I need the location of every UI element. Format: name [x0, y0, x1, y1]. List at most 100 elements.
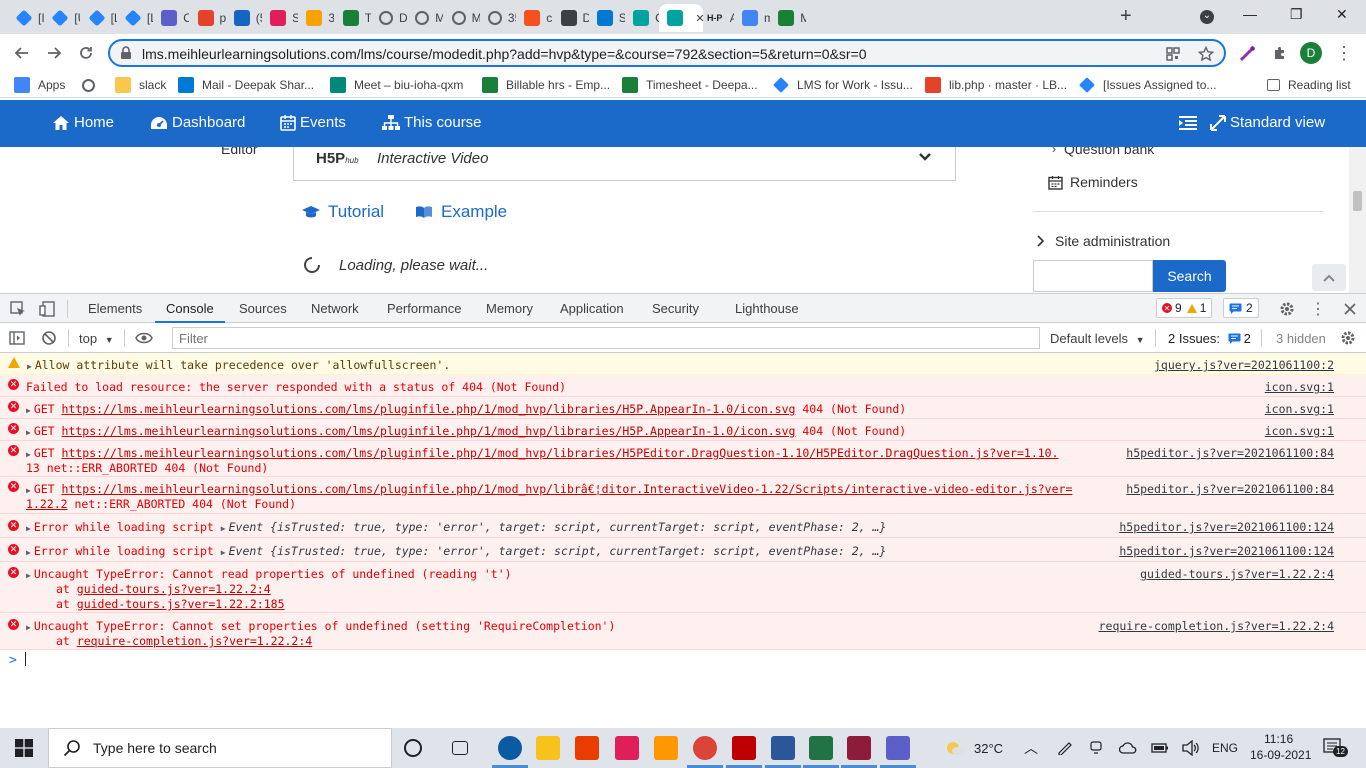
teams-icon[interactable] [886, 736, 910, 760]
sidebar-search-button[interactable]: Search [1153, 260, 1226, 292]
request-url-link[interactable]: https://lms.meihleurlearningsolutions.co… [62, 402, 796, 416]
nav-dashboard[interactable]: Dashboard [150, 114, 245, 131]
scrollbar-thumb[interactable] [1353, 191, 1362, 211]
expand-triangle-icon[interactable]: ▶ [26, 623, 31, 632]
expand-triangle-icon[interactable]: ▶ [26, 524, 31, 533]
profile-avatar[interactable]: D [1300, 42, 1322, 64]
expand-triangle-icon[interactable]: ▶ [221, 548, 226, 557]
wifi-pen-icon[interactable] [1057, 741, 1073, 755]
message-source-link[interactable]: icon.svg:1 [1265, 424, 1334, 438]
battery-icon[interactable] [1151, 741, 1169, 754]
request-url-link[interactable]: https://lms.meihleurlearningsolutions.co… [62, 424, 796, 438]
devtools-more-icon[interactable]: ⋮ [1308, 299, 1328, 319]
browser-tab[interactable]: D [371, 4, 407, 32]
browser-tab[interactable]: pl [190, 4, 226, 32]
devtools-settings-icon[interactable] [1277, 299, 1297, 319]
browser-tab[interactable]: 35 [480, 4, 516, 32]
input-language[interactable]: ENG [1212, 741, 1238, 755]
cortana-icon[interactable] [404, 739, 422, 757]
sublime-text-icon[interactable] [654, 736, 678, 760]
console-output[interactable]: ▶ Allow attribute will take precedence ov… [0, 353, 1366, 728]
expand-triangle-icon[interactable]: ▶ [26, 450, 31, 459]
office-icon[interactable] [575, 736, 599, 760]
bookmark-item[interactable]: Meet – biu-ioha-qxm [330, 76, 463, 94]
browser-tab[interactable]: O [153, 4, 189, 32]
tab-performance[interactable]: Performance [387, 301, 461, 316]
page-scrollbar[interactable] [1349, 147, 1366, 293]
message-source-link[interactable]: h5peditor.js?ver=2021061100:124 [1119, 520, 1334, 534]
inspect-element-icon[interactable] [8, 299, 28, 319]
browser-tab[interactable]: [U [44, 4, 80, 32]
version-link[interactable]: 1.22.2 [26, 497, 68, 511]
console-message-error[interactable]: ✕ ▶ Error while loading script ▶ Event {is… [0, 538, 1366, 562]
browser-tab[interactable]: M [770, 4, 806, 32]
bookmark-item[interactable]: Apps [14, 76, 65, 94]
standard-view-button[interactable]: Standard view [1210, 114, 1325, 131]
expand-triangle-icon[interactable]: ▶ [27, 362, 32, 371]
stack-frame-link[interactable]: guided-tours.js?ver=1.22.2:185 [77, 597, 285, 611]
task-view-icon[interactable] [452, 741, 468, 755]
bookmark-item[interactable]: slack [115, 76, 166, 94]
h5p-content-type-selector[interactable]: H5Phub Interactive Video [293, 147, 956, 181]
weather-sun-icon[interactable] [945, 739, 965, 757]
new-tab-plus-icon[interactable]: + [1120, 5, 1132, 28]
browser-tab[interactable]: [L [81, 4, 117, 32]
volume-icon[interactable] [1182, 740, 1200, 756]
tab-network[interactable]: Network [311, 301, 359, 316]
expand-triangle-icon[interactable]: ▶ [26, 486, 31, 495]
forward-button[interactable] [40, 40, 68, 66]
stack-frame-link[interactable]: guided-tours.js?ver=1.22.2:4 [77, 582, 271, 596]
slack-icon[interactable] [615, 736, 639, 760]
chevron-down-icon[interactable] [917, 149, 933, 165]
event-object[interactable]: Event {isTrusted: true, type: 'error', t… [229, 544, 887, 558]
console-message-error[interactable]: ✕ ▶ Uncaught TypeError: Cannot set proper… [0, 613, 1366, 650]
notification-center-button[interactable]: 12 [1323, 738, 1348, 759]
browser-tab[interactable]: m [734, 4, 770, 32]
extensions-puzzle-icon[interactable] [1269, 42, 1291, 64]
browser-tab[interactable]: Cc [625, 4, 661, 32]
stack-frame-link[interactable]: require-completion.js?ver=1.22.2:4 [77, 634, 312, 648]
meet-now-icon[interactable] [1089, 740, 1103, 756]
browser-tab[interactable]: D [553, 4, 589, 32]
console-message-warning[interactable]: ▶ Allow attribute will take precedence ov… [0, 353, 1366, 375]
browser-tab[interactable]: cF [516, 4, 552, 32]
message-source-link[interactable]: require-completion.js?ver=1.22.2:4 [1099, 619, 1334, 633]
message-source-link[interactable]: icon.svg:1 [1265, 380, 1334, 394]
example-link[interactable]: Example [415, 202, 507, 222]
onedrive-cloud-icon[interactable] [1119, 741, 1137, 754]
clock-date[interactable]: 16-09-2021 [1250, 748, 1311, 762]
clear-console-icon[interactable] [39, 328, 59, 348]
error-warning-counter[interactable]: ✕ 9 1 [1156, 298, 1213, 318]
filezilla-icon[interactable] [732, 736, 756, 760]
minimize-icon[interactable]: — [1243, 6, 1257, 22]
sidebar-search-input[interactable] [1033, 260, 1153, 292]
sidebar-toggle-icon[interactable] [7, 328, 27, 348]
tab-console[interactable]: Console [166, 301, 214, 316]
console-settings-icon[interactable] [1338, 328, 1358, 348]
expand-triangle-icon[interactable]: ▶ [26, 428, 31, 437]
chrome-icon[interactable] [693, 736, 717, 760]
bookmark-item[interactable]: Timesheet - Deepa... [622, 76, 758, 94]
window-close-icon[interactable]: ✕ [1336, 6, 1348, 23]
tab-memory[interactable]: Memory [486, 301, 533, 316]
bookmark-item[interactable] [82, 76, 103, 94]
browser-tab[interactable]: [Is [8, 4, 44, 32]
weather-temp[interactable]: 32°C [974, 741, 1003, 756]
address-bar[interactable]: lms.meihleurlearningsolutions.com/lms/co… [108, 39, 1226, 67]
qr-code-icon[interactable] [1166, 47, 1180, 61]
file-explorer-icon[interactable] [536, 736, 560, 760]
bookmark-item[interactable]: Mail - Deepak Shar... [178, 76, 314, 94]
chrome-menu-icon[interactable]: ⋮ [1333, 42, 1355, 64]
tab-security[interactable]: Security [652, 301, 699, 316]
expand-triangle-icon[interactable]: ▶ [221, 524, 226, 533]
message-source-link[interactable]: h5peditor.js?ver=2021061100:84 [1126, 482, 1334, 496]
drawer-toggle[interactable] [1178, 115, 1202, 131]
console-message-error[interactable]: ✕ ▶ GET https://lms.meihleurlearningsolut… [0, 419, 1366, 441]
console-message-error[interactable]: ✕ ▶ Uncaught TypeError: Cannot read prope… [0, 562, 1366, 613]
expand-triangle-icon[interactable]: ▶ [26, 548, 31, 557]
expand-triangle-icon[interactable]: ▶ [26, 571, 31, 580]
bookmark-item[interactable]: LMS for Work - Issu... [773, 76, 913, 94]
message-source-link[interactable]: h5peditor.js?ver=2021061100:84 [1126, 446, 1334, 460]
back-to-top-button[interactable] [1312, 264, 1346, 291]
console-message-error[interactable]: ✕ ▶ GET https://lms.meihleurlearningsolut… [0, 441, 1366, 477]
